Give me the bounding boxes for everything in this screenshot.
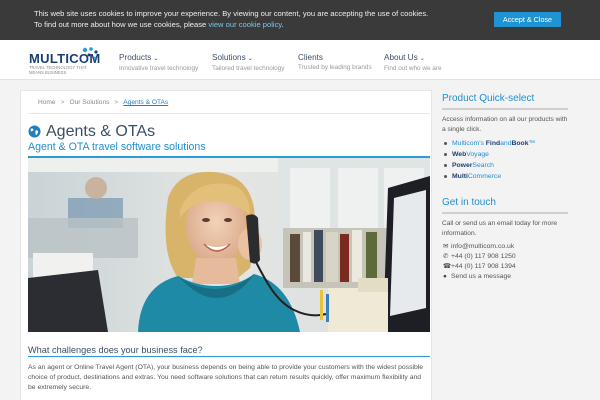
cookie-banner: This web site uses cookies to improve yo… — [0, 0, 600, 40]
fax-icon: ☎ — [443, 263, 451, 270]
product-text: Power — [452, 162, 473, 169]
product-text: ™ — [528, 140, 536, 147]
divider — [442, 212, 568, 214]
product-text: Web — [452, 151, 467, 158]
section-heading: What challenges does your business face? — [28, 345, 203, 355]
get-in-touch-heading: Get in touch — [442, 197, 496, 208]
page-title-text: Agents & OTAs — [46, 123, 156, 140]
product-text: and — [500, 140, 512, 147]
product-list: Multicom's FindandBook™ WebVoyage PowerS… — [443, 138, 536, 182]
cookie-message-end: . — [281, 20, 284, 29]
breadcrumb-separator: > — [114, 99, 119, 106]
product-link-webvoyage[interactable]: WebVoyage — [443, 149, 535, 160]
product-text: Find — [485, 140, 501, 147]
divider — [28, 356, 430, 357]
main-content: Home > Our Solutions > Agents & OTAs Agents … — [20, 90, 432, 400]
nav-solutions-label: Solutions — [212, 53, 246, 62]
product-link-findandbook[interactable]: Multicom's FindandBook™ — [443, 138, 536, 149]
intro-paragraph: As an agent or Online Travel Agent (OTA)… — [28, 364, 424, 391]
nav-about-sub: Find out who we are — [384, 65, 442, 72]
nav-about-us[interactable]: About Us ⌄ Find out who we are — [384, 53, 442, 73]
quick-select-text: Access information on all our products w… — [442, 116, 568, 133]
breadcrumb-separator: > — [60, 99, 65, 106]
contact-email[interactable]: ✉ info@multicom.co.uk — [443, 242, 514, 252]
chevron-down-icon: ⌄ — [419, 56, 425, 62]
hero-image — [28, 158, 430, 332]
nav-products[interactable]: Products ⌄ Innovative travel technology — [119, 53, 198, 73]
contact-fax: ☎+44 (0) 117 908 1394 — [443, 262, 516, 272]
divider — [28, 113, 430, 114]
nav-solutions-sub: Tailored travel technology — [212, 65, 285, 72]
logo-dots-icon — [82, 47, 98, 60]
quick-select-heading: Product Quick-select — [442, 93, 535, 104]
nav-clients[interactable]: Clients Trusted by leading brands — [298, 53, 372, 72]
divider — [442, 108, 568, 110]
chevron-down-icon: ⌄ — [153, 56, 159, 62]
logo-tagline: TRAVEL TECHNOLOGY THAT MEANS BUSINESS — [29, 65, 87, 75]
nav-clients-label: Clients — [298, 53, 324, 62]
contact-email-text: info@multicom.co.uk — [451, 243, 515, 250]
phone-icon: ✆ — [443, 253, 449, 260]
product-text: Multicom's — [452, 140, 486, 147]
product-link-multicommerce[interactable]: MultiCommerce — [443, 171, 535, 182]
nav-products-sub: Innovative travel technology — [119, 65, 199, 72]
breadcrumb-current[interactable]: Agents & OTAs — [123, 99, 168, 106]
product-text: Search — [472, 162, 494, 169]
product-link-powersearch[interactable]: PowerSearch — [443, 160, 535, 171]
product-text: Book — [511, 140, 529, 147]
contact-phone: ✆ +44 (0) 117 908 1250 — [443, 252, 516, 262]
nav-solutions[interactable]: Solutions ⌄ Tailored travel technology — [212, 53, 284, 73]
contact-message[interactable]: ● Send us a message — [443, 272, 511, 282]
product-text: Commerce — [467, 173, 502, 180]
breadcrumb-solutions[interactable]: Our Solutions — [69, 99, 109, 106]
page-subtitle: Agent & OTA travel software solutions — [28, 141, 206, 153]
breadcrumb: Home > Our Solutions > Agents & OTAs — [38, 99, 168, 106]
site-header: MULTICOM TRAVEL TECHNOLOGY THAT MEANS BU… — [0, 40, 600, 80]
envelope-icon: ✉ — [443, 243, 449, 250]
nav-products-label: Products — [119, 53, 152, 62]
logo[interactable]: MULTICOM TRAVEL TECHNOLOGY THAT MEANS BU… — [29, 46, 107, 76]
breadcrumb-home[interactable]: Home — [38, 99, 56, 106]
globe-icon — [28, 125, 41, 138]
accept-close-button[interactable]: Accept & Close — [494, 12, 561, 27]
contact-message-text: Send us a message — [451, 273, 512, 280]
nav-about-label: About Us — [384, 53, 418, 62]
contact-phone-text: +44 (0) 117 908 1250 — [451, 253, 516, 260]
contact-fax-text: +44 (0) 117 908 1394 — [451, 263, 516, 270]
product-text: Multi — [452, 173, 468, 180]
speech-bubble-icon: ● — [443, 273, 447, 280]
chevron-down-icon: ⌄ — [247, 56, 253, 62]
product-text: Voyage — [466, 151, 489, 158]
cookie-message: This web site uses cookies to improve yo… — [34, 8, 434, 30]
get-in-touch-text: Call or send us an email today for more … — [442, 220, 558, 237]
nav-clients-sub: Trusted by leading brands — [298, 64, 372, 71]
cookie-policy-link[interactable]: view our cookie policy — [208, 20, 281, 29]
